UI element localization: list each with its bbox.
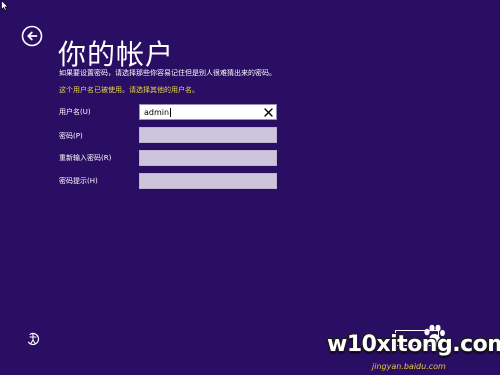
clear-username-button[interactable] (264, 108, 273, 117)
password-field[interactable] (139, 127, 277, 143)
username-label: 用户名(U) (59, 108, 91, 116)
watermark: w10xitong.com jingyan.baidu.com (318, 324, 500, 374)
back-button[interactable] (21, 25, 43, 47)
instructions-text: 如果要设置密码，请选择那些你容易记住但是别人很难猜出来的密码。 (59, 69, 276, 77)
ease-of-access-icon[interactable] (26, 332, 40, 346)
password-hint-field[interactable] (139, 173, 277, 189)
reenter-password-field[interactable] (139, 150, 277, 166)
reenter-password-label: 重新输入密码(R) (59, 154, 112, 162)
password-label: 密码(P) (59, 132, 83, 140)
username-field[interactable]: admin (139, 104, 277, 120)
account-setup-screen: 你的帐户 如果要设置密码，请选择那些你容易记住但是别人很难猜出来的密码。 这个用… (0, 0, 500, 375)
error-message: 这个用户名已被使用。请选择其他的用户名。 (59, 86, 199, 94)
mouse-pointer-icon (1, 0, 9, 11)
password-hint-label: 密码提示(H) (59, 177, 98, 185)
watermark-text: w10xitong.com (327, 332, 500, 357)
username-value: admin (144, 108, 172, 117)
watermark-subtext: jingyan.baidu.com (372, 362, 446, 371)
